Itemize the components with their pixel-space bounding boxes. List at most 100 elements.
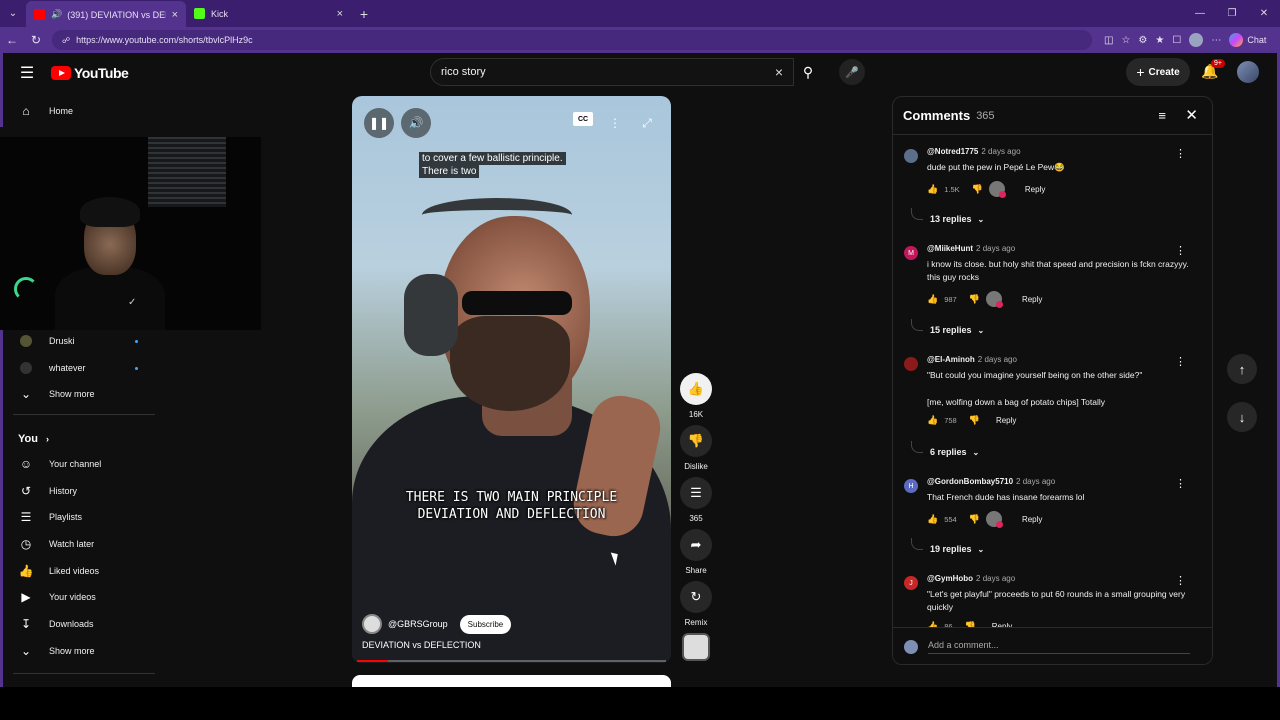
more-vertical-icon[interactable]: ⋮	[1175, 147, 1186, 160]
comment-author[interactable]: @MiikeHunt	[927, 244, 973, 253]
tab-youtube[interactable]: 🔊 (391) DEVIATION vs DEFLECTION ×	[26, 1, 186, 28]
address-bar[interactable]: ☍ https://www.youtube.com/shorts/tbvlcPl…	[52, 30, 1092, 50]
restore-icon[interactable]: ❐	[1216, 0, 1248, 27]
thumbs-up-icon[interactable]: 👍	[927, 184, 938, 195]
channel-name[interactable]: @GBRSGroup	[388, 619, 448, 629]
commenter-avatar[interactable]: H	[904, 479, 918, 493]
audio-source-avatar[interactable]	[682, 633, 710, 661]
more-icon[interactable]: ⋯	[1211, 35, 1221, 46]
caption-line: There is two	[419, 165, 480, 178]
back-icon[interactable]: ←	[0, 33, 24, 47]
sidebar-item-your-channel[interactable]: ☺ Your channel	[3, 451, 158, 477]
reply-button[interactable]: Reply	[1022, 295, 1042, 304]
sidebar-item-downloads[interactable]: ↧ Downloads	[3, 611, 158, 637]
next-short-button[interactable]: ↓	[1227, 402, 1257, 432]
thumbs-down-icon[interactable]: 👎	[972, 184, 983, 195]
sidebar-item-history[interactable]: ↺ History	[3, 478, 158, 504]
tab-actions-menu-icon[interactable]: ⌄	[0, 0, 26, 27]
tab-kick[interactable]: Kick ×	[186, 0, 351, 27]
more-vertical-icon[interactable]: ⋮	[1175, 355, 1186, 368]
more-vertical-icon[interactable]: ⋮	[1175, 244, 1186, 257]
thumbs-up-icon[interactable]: 👍	[927, 514, 938, 525]
reply-button[interactable]: Reply	[1022, 515, 1042, 524]
extensions-icon[interactable]: ⚙	[1138, 35, 1147, 46]
thumbs-down-icon[interactable]: 👎	[969, 294, 980, 305]
like-button[interactable]: 👍	[680, 373, 712, 405]
comment-author[interactable]: @El-Aminoh	[927, 355, 975, 364]
commenter-avatar[interactable]: M	[904, 246, 918, 260]
view-replies-button[interactable]: 13 replies ⌄	[930, 214, 984, 224]
site-info-icon[interactable]: ☍	[62, 36, 70, 45]
favorites-icon[interactable]: ★	[1155, 35, 1164, 46]
split-screen-icon[interactable]: ◫	[1104, 35, 1113, 46]
previous-short-button[interactable]: ↑	[1227, 354, 1257, 384]
more-options-button[interactable]: ⋮	[600, 108, 630, 138]
you-show-more[interactable]: ⌄ Show more	[3, 638, 158, 664]
remix-button[interactable]: ↻	[680, 581, 712, 613]
next-short-preview[interactable]	[352, 675, 671, 687]
commenter-avatar[interactable]	[904, 149, 918, 163]
create-button[interactable]: + Create	[1126, 58, 1190, 86]
sidebar-item-watch-later[interactable]: ◷ Watch later	[3, 531, 158, 557]
favorite-star-icon[interactable]: ☆	[1121, 35, 1130, 46]
commenter-avatar[interactable]: J	[904, 576, 918, 590]
video-progress-bar[interactable]	[357, 660, 666, 662]
user-avatar[interactable]	[1237, 61, 1259, 83]
view-replies-button[interactable]: 6 replies ⌄	[930, 447, 979, 457]
volume-button[interactable]: 🔊	[401, 108, 431, 138]
copilot-chat-button[interactable]: Chat	[1229, 33, 1266, 47]
reply-button[interactable]: Reply	[996, 416, 1016, 425]
reply-button[interactable]: Reply	[1025, 185, 1045, 194]
more-vertical-icon[interactable]: ⋮	[1175, 477, 1186, 490]
subs-show-more[interactable]: ⌄ Show more	[3, 381, 158, 407]
thumbs-up-icon[interactable]: 👍	[927, 294, 938, 305]
sidebar-item-playlists[interactable]: ☰ Playlists	[3, 504, 158, 530]
dislike-button[interactable]: 👎	[680, 425, 712, 457]
add-comment-input[interactable]: Add a comment...	[928, 640, 1190, 654]
sidebar-item-home[interactable]: ⌂ Home	[3, 98, 158, 124]
channel-avatar[interactable]	[362, 614, 382, 634]
subscribe-button[interactable]: Subscribe	[459, 614, 512, 634]
menu-icon[interactable]: ☰	[3, 63, 51, 83]
video-title[interactable]: DEVIATION vs DEFLECTION	[362, 640, 481, 650]
share-button[interactable]: ➦	[680, 529, 712, 561]
sort-icon[interactable]: ≡	[1158, 108, 1166, 123]
comment-author[interactable]: @GymHobo	[927, 574, 973, 583]
comment-author[interactable]: @GordonBombay5710	[927, 477, 1013, 486]
shorts-video-player[interactable]: ❚❚ 🔊 ⋮ ⤢	[352, 96, 671, 663]
reload-icon[interactable]: ↻	[24, 33, 48, 47]
sidebar-item-your-videos[interactable]: ▶ Your videos	[3, 584, 158, 610]
thumbs-down-icon[interactable]: 👎	[969, 514, 980, 525]
you-section-heading[interactable]: You ›	[18, 433, 49, 445]
close-icon[interactable]: ✕	[1185, 106, 1198, 124]
pause-button[interactable]: ❚❚	[364, 108, 394, 138]
close-tab-icon[interactable]: ×	[337, 8, 343, 20]
youtube-logo[interactable]: YouTube	[51, 65, 129, 81]
comments-button[interactable]: ☰	[680, 477, 712, 509]
close-window-icon[interactable]: ✕	[1248, 0, 1280, 27]
commenter-avatar[interactable]	[904, 357, 918, 371]
clear-search-icon[interactable]: ×	[765, 64, 793, 80]
thumbs-up-icon[interactable]: 👍	[927, 415, 938, 426]
fullscreen-button[interactable]: ⤢	[632, 108, 662, 138]
search-button[interactable]: ⚲	[792, 58, 824, 86]
minimize-icon[interactable]: —	[1184, 0, 1216, 27]
share-label: Share	[685, 566, 707, 575]
more-vertical-icon[interactable]: ⋮	[1175, 574, 1186, 587]
voice-search-button[interactable]: 🎤	[839, 59, 865, 85]
captions-button[interactable]: CC	[573, 112, 593, 126]
search-input[interactable]	[441, 66, 765, 78]
comment-author[interactable]: @Notred1775	[927, 147, 978, 156]
view-replies-button[interactable]: 19 replies ⌄	[930, 544, 984, 554]
view-replies-button[interactable]: 15 replies ⌄	[930, 325, 984, 335]
profile-avatar[interactable]	[1189, 33, 1204, 47]
sidebar-item-whatever[interactable]: whatever	[3, 355, 158, 381]
close-tab-icon[interactable]: ×	[172, 9, 178, 21]
collections-icon[interactable]: ☐	[1172, 35, 1181, 46]
sidebar-item-druski[interactable]: Druski	[3, 328, 158, 354]
thumbs-down-icon[interactable]: 👎	[969, 415, 980, 426]
webcam-overlay: ✓	[0, 137, 261, 330]
new-tab-button[interactable]: +	[351, 6, 377, 22]
speaker-icon[interactable]: 🔊	[51, 9, 62, 20]
sidebar-item-liked-videos[interactable]: 👍 Liked videos	[3, 558, 158, 584]
